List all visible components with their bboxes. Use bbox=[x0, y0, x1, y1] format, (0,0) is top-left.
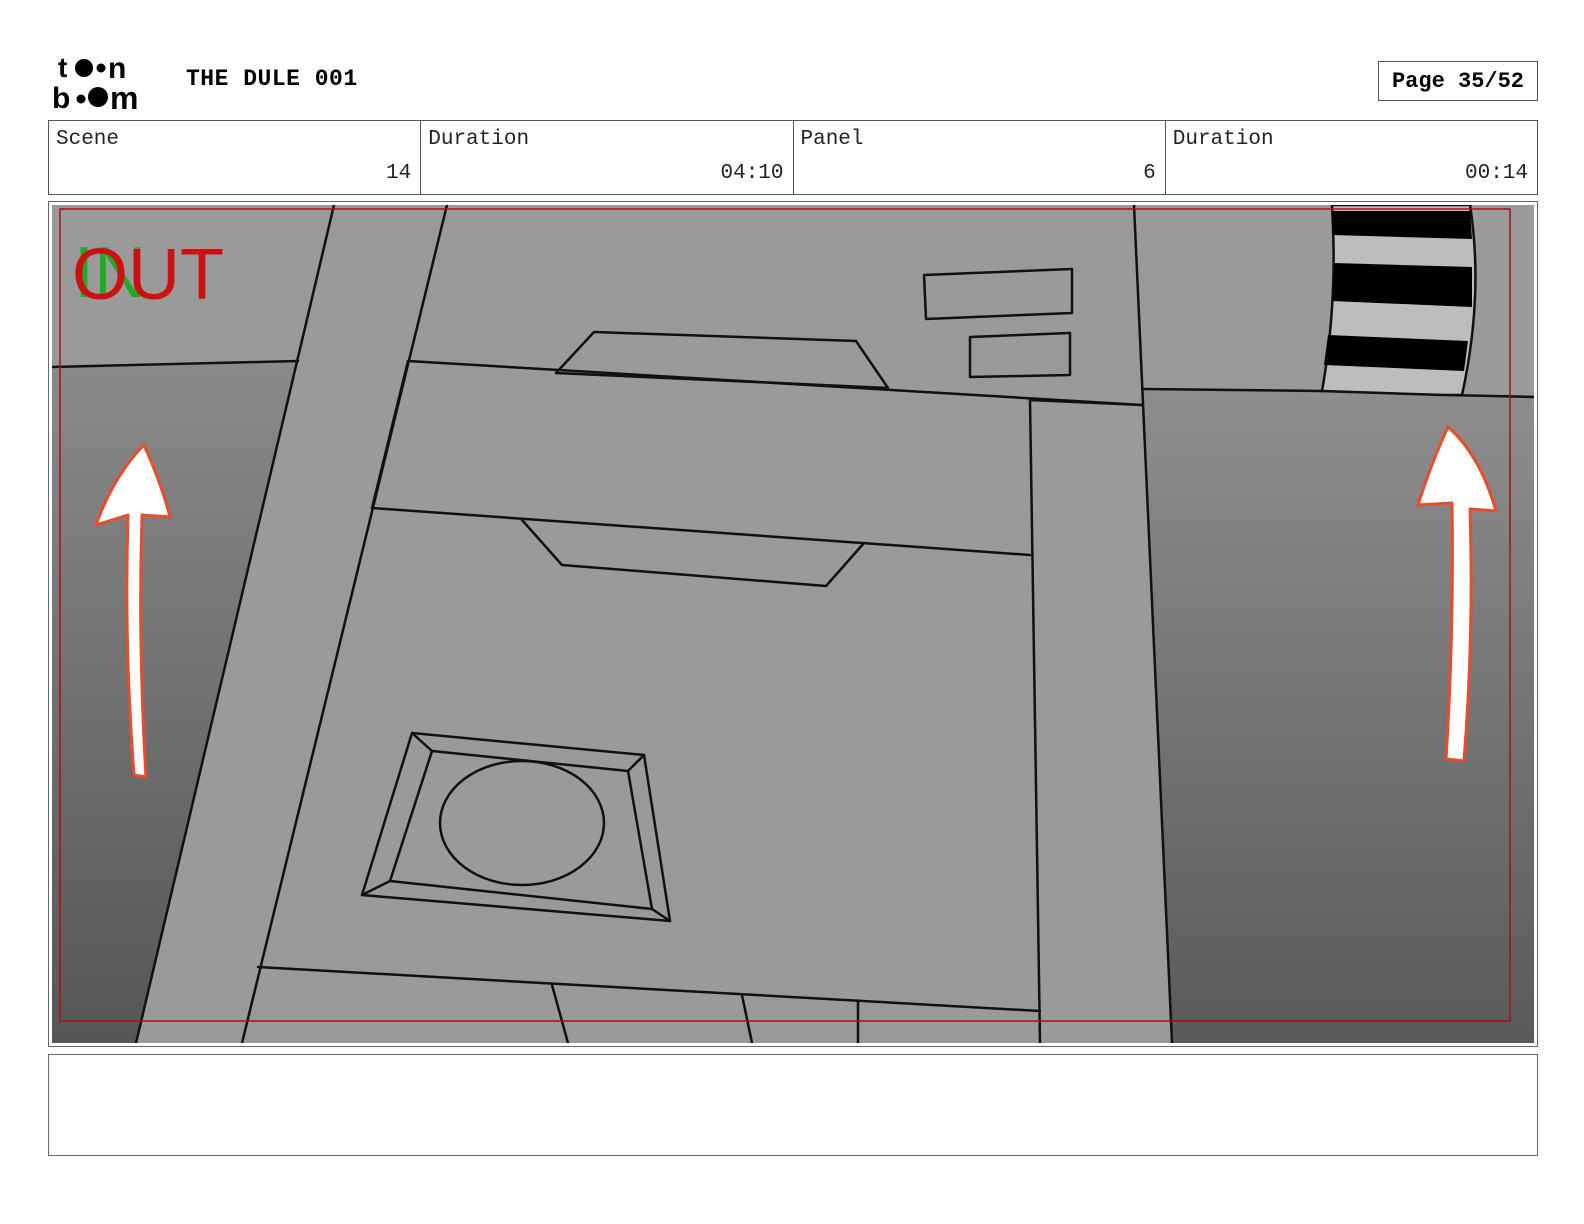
scene-cell: Scene 14 bbox=[49, 121, 422, 194]
panel-value: 6 bbox=[1143, 162, 1156, 185]
svg-text:m: m bbox=[110, 80, 138, 112]
panel-label: Panel bbox=[800, 128, 864, 151]
scene-value: 14 bbox=[386, 162, 412, 185]
storyboard-panel-image: IN OUT bbox=[52, 205, 1534, 1043]
page-indicator: Page 35/52 bbox=[1378, 61, 1538, 101]
svg-text:t: t bbox=[58, 52, 67, 83]
panel-duration-label: Duration bbox=[1172, 128, 1274, 151]
out-marker: OUT bbox=[72, 235, 224, 315]
panel-info-table: Scene 14 Duration 04:10 Panel 6 Duration… bbox=[48, 120, 1538, 195]
panel-duration-value: 00:14 bbox=[1464, 162, 1528, 185]
striped-cylinder bbox=[1320, 205, 1477, 397]
project-title: THE DULE 001 bbox=[186, 66, 358, 92]
panel-cell: Panel 6 bbox=[794, 121, 1166, 194]
panel-duration-cell: Duration 00:14 bbox=[1166, 121, 1537, 194]
scene-duration-label: Duration bbox=[428, 128, 530, 151]
panel-notes-box bbox=[48, 1054, 1538, 1156]
toon-boom-logo: t n b m bbox=[52, 52, 138, 112]
scene-duration-cell: Duration 04:10 bbox=[421, 121, 794, 194]
scene-label: Scene bbox=[56, 128, 120, 151]
svg-text:b: b bbox=[52, 82, 70, 112]
scene-duration-value: 04:10 bbox=[720, 162, 784, 185]
